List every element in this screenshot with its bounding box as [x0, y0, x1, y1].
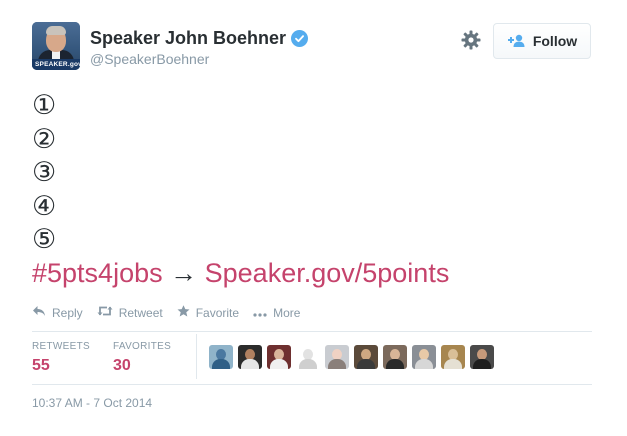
favoriter-avatar[interactable] [325, 345, 349, 369]
favoriter-avatar[interactable] [296, 345, 320, 369]
avatar-body [328, 359, 346, 369]
favoriter-avatar[interactable] [441, 345, 465, 369]
verified-badge-icon [291, 30, 309, 47]
retweet-label: Retweet [118, 305, 163, 320]
avatar-banner: SPEAKER.gov [32, 59, 80, 70]
avatar-body [299, 359, 317, 369]
divider-bottom [32, 384, 592, 385]
avatar-body [444, 359, 462, 369]
retweets-label: RETWEETS [32, 341, 90, 352]
avatar[interactable]: SPEAKER.gov [32, 22, 80, 70]
favoriter-avatar[interactable] [238, 345, 262, 369]
add-user-icon [507, 34, 525, 48]
reply-label: Reply [52, 305, 83, 320]
tweet-text: ① ② ③ ④ ⑤ #5pts4jobs → Speaker.gov/5poin… [32, 89, 449, 290]
tweet-actions: Reply Retweet Favorite More [32, 305, 314, 320]
tweet-number-3: ③ [32, 157, 57, 187]
user-handle[interactable]: @SpeakerBoehner [90, 51, 209, 67]
tweet-number-5: ⑤ [32, 224, 57, 254]
avatar-body [212, 359, 230, 369]
avatar-body [473, 359, 491, 369]
favorites-count: 30 [113, 357, 131, 374]
name-row: Speaker John Boehner [90, 28, 309, 49]
display-name[interactable]: Speaker John Boehner [90, 28, 286, 49]
avatar-body [386, 359, 404, 369]
retweets-stat[interactable]: RETWEETS 55 [32, 341, 90, 375]
more-label: More [273, 305, 301, 320]
divider-top [32, 331, 592, 332]
tweet-card: SPEAKER.gov Speaker John Boehner @Speake… [0, 0, 627, 436]
reply-icon [32, 305, 52, 320]
tweet-number-4: ④ [32, 190, 57, 221]
follow-button[interactable]: Follow [493, 23, 591, 59]
favorites-label: FAVORITES [113, 341, 172, 352]
avatar-hair [46, 26, 66, 35]
tweet-number-1: ① [32, 90, 57, 120]
favoriter-avatar[interactable] [209, 345, 233, 369]
star-icon [177, 305, 196, 320]
tweet-links-line: #5pts4jobs → Speaker.gov/5points [32, 257, 449, 291]
url-link[interactable]: Speaker.gov/5points [205, 258, 450, 288]
avatar-body [241, 359, 259, 369]
hashtag-link[interactable]: #5pts4jobs [32, 258, 163, 288]
avatar-body [415, 359, 433, 369]
favoriter-avatar[interactable] [354, 345, 378, 369]
more-dots-icon [253, 306, 273, 320]
favoriter-avatar[interactable] [412, 345, 436, 369]
arrow-symbol: → [170, 257, 198, 288]
stats-divider [196, 334, 197, 379]
more-button[interactable]: More [253, 306, 300, 320]
retweet-button[interactable]: Retweet [97, 305, 163, 320]
favoriter-avatar[interactable] [383, 345, 407, 369]
avatar-body [357, 359, 375, 369]
favorite-button[interactable]: Favorite [177, 305, 239, 320]
follow-button-label: Follow [532, 33, 578, 49]
favorites-stat[interactable]: FAVORITES 30 [113, 341, 171, 375]
favoriter-avatar[interactable] [470, 345, 494, 369]
gear-icon[interactable] [461, 30, 481, 50]
favorite-label: Favorite [195, 305, 240, 320]
retweets-count: 55 [32, 357, 50, 374]
tweet-timestamp[interactable]: 10:37 AM - 7 Oct 2014 [32, 396, 152, 410]
tweet-number-2: ② [32, 123, 57, 154]
retweet-icon [97, 305, 119, 320]
reply-button[interactable]: Reply [32, 305, 83, 320]
favoriter-avatars [209, 345, 499, 369]
favoriter-avatar[interactable] [267, 345, 291, 369]
avatar-body [270, 359, 288, 369]
